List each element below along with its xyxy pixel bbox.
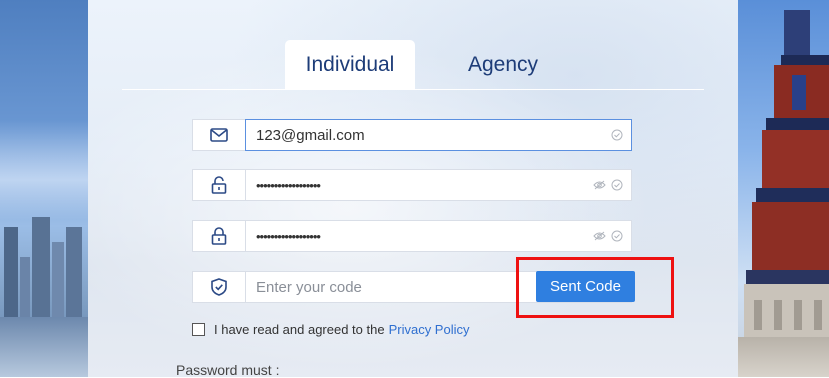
shield-check-icon	[192, 271, 245, 303]
confirm-password-value: ••••••••••••••••••	[256, 228, 321, 244]
unlock-icon	[192, 169, 245, 201]
tab-individual[interactable]: Individual	[285, 40, 415, 90]
lock-icon	[192, 220, 245, 252]
background-temple-image	[738, 0, 829, 377]
privacy-agreement: I have read and agreed to the Privacy Po…	[192, 322, 470, 337]
confirm-password-input[interactable]: ••••••••••••••••••	[245, 220, 632, 252]
registration-panel: Individual Agency 123@gmail.com ••••••••…	[88, 0, 738, 378]
password-input[interactable]: ••••••••••••••••••	[245, 169, 632, 201]
tab-agency[interactable]: Agency	[438, 40, 568, 90]
agreement-text: I have read and agreed to the	[214, 322, 385, 337]
annotation-highlight-box	[516, 257, 674, 318]
tab-divider	[122, 89, 704, 90]
password-rules-heading: Password must :	[176, 362, 280, 378]
code-placeholder: Enter your code	[256, 278, 362, 296]
password-field: ••••••••••••••••••	[192, 169, 632, 201]
agree-checkbox[interactable]	[192, 323, 205, 336]
password-value: ••••••••••••••••••	[256, 177, 321, 193]
check-circle-icon	[611, 230, 623, 242]
eye-off-icon[interactable]	[593, 180, 606, 190]
check-circle-icon	[611, 129, 623, 141]
email-field: 123@gmail.com	[192, 119, 632, 151]
eye-off-icon[interactable]	[593, 231, 606, 241]
background-city-image	[0, 0, 88, 377]
mail-icon	[192, 119, 245, 151]
email-value: 123@gmail.com	[256, 126, 365, 144]
check-circle-icon	[611, 179, 623, 191]
email-input[interactable]: 123@gmail.com	[245, 119, 632, 151]
privacy-policy-link[interactable]: Privacy Policy	[389, 322, 470, 337]
confirm-password-field: ••••••••••••••••••	[192, 220, 632, 252]
